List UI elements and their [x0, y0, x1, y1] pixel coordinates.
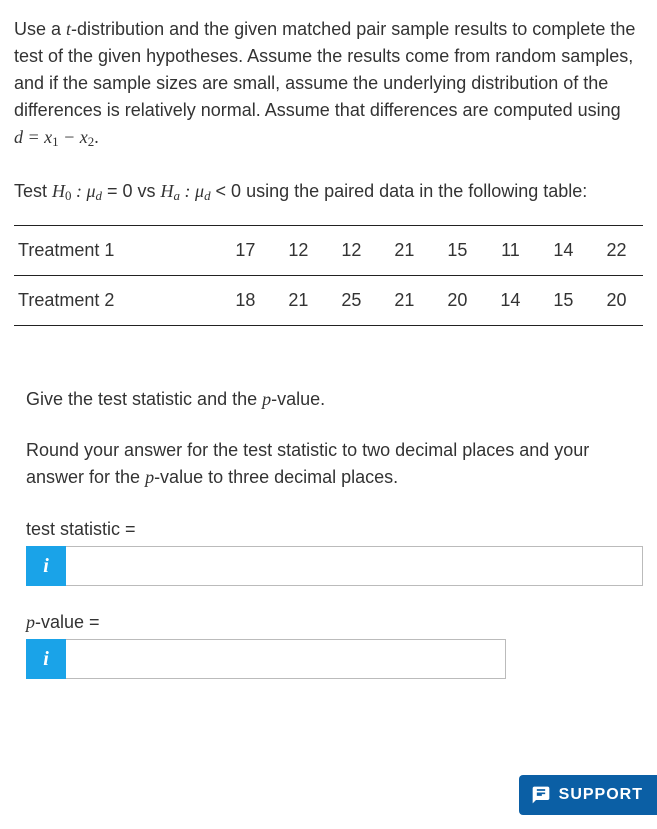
data-cell: 21: [378, 226, 431, 276]
data-cell: 15: [537, 276, 590, 326]
data-cell: 11: [484, 226, 537, 276]
intro-paragraph: Use a t-distribution and the given match…: [14, 16, 643, 152]
hyp-prefix: Test: [14, 181, 52, 201]
p-italic: p: [145, 467, 154, 487]
info-button-p-value[interactable]: i: [26, 639, 66, 679]
test-statistic-label: test statistic =: [26, 519, 643, 540]
table-row: Treatment 2 18 21 25 21 20 14 15 20: [14, 276, 643, 326]
data-cell: 14: [537, 226, 590, 276]
diff-formula: d = x1 − x2: [14, 127, 94, 147]
intro-text-2: -distribution and the given matched pair…: [14, 19, 635, 120]
table-row: Treatment 1 17 12 12 21 15 11 14 22: [14, 226, 643, 276]
hypothesis-line: Test H0 : μd = 0 vs Ha : μd < 0 using th…: [14, 178, 643, 206]
data-cell: 14: [484, 276, 537, 326]
p-italic: p: [262, 389, 271, 409]
row-label: Treatment 1: [14, 226, 219, 276]
prompt-text-2: -value.: [271, 389, 325, 409]
p-value-label: p-value =: [26, 612, 643, 633]
data-cell: 12: [325, 226, 378, 276]
info-icon: i: [43, 555, 49, 578]
rounding-instructions: Round your answer for the test statistic…: [26, 437, 643, 491]
data-cell: 17: [219, 226, 272, 276]
data-cell: 18: [219, 276, 272, 326]
row-label: Treatment 2: [14, 276, 219, 326]
data-cell: 21: [272, 276, 325, 326]
hyp-ltzero: < 0 using the paired data in the followi…: [211, 181, 588, 201]
data-cell: 12: [272, 226, 325, 276]
info-button-test-statistic[interactable]: i: [26, 546, 66, 586]
data-cell: 21: [378, 276, 431, 326]
chat-icon: [531, 785, 551, 805]
p-value-input[interactable]: [66, 639, 506, 679]
test-statistic-input[interactable]: [66, 546, 643, 586]
data-cell: 25: [325, 276, 378, 326]
prompt-text-1: Give the test statistic and the: [26, 389, 262, 409]
info-icon: i: [43, 648, 49, 671]
data-cell: 15: [431, 226, 484, 276]
ha-symbol: Ha : μd: [161, 181, 211, 201]
paired-data-table: Treatment 1 17 12 12 21 15 11 14 22 Trea…: [14, 225, 643, 326]
support-button[interactable]: SUPPORT: [519, 775, 657, 815]
data-cell: 22: [590, 226, 643, 276]
pvalue-label-rest: -value =: [35, 612, 100, 632]
question-prompt: Give the test statistic and the p-value.: [26, 386, 643, 413]
data-cell: 20: [431, 276, 484, 326]
hyp-eqzero: = 0 vs: [102, 181, 161, 201]
round-text-2: -value to three decimal places.: [154, 467, 398, 487]
data-cell: 20: [590, 276, 643, 326]
support-label: SUPPORT: [559, 786, 643, 804]
h0-symbol: H0 : μd: [52, 181, 102, 201]
intro-text-1: Use a: [14, 19, 66, 39]
p-italic: p: [26, 612, 35, 632]
